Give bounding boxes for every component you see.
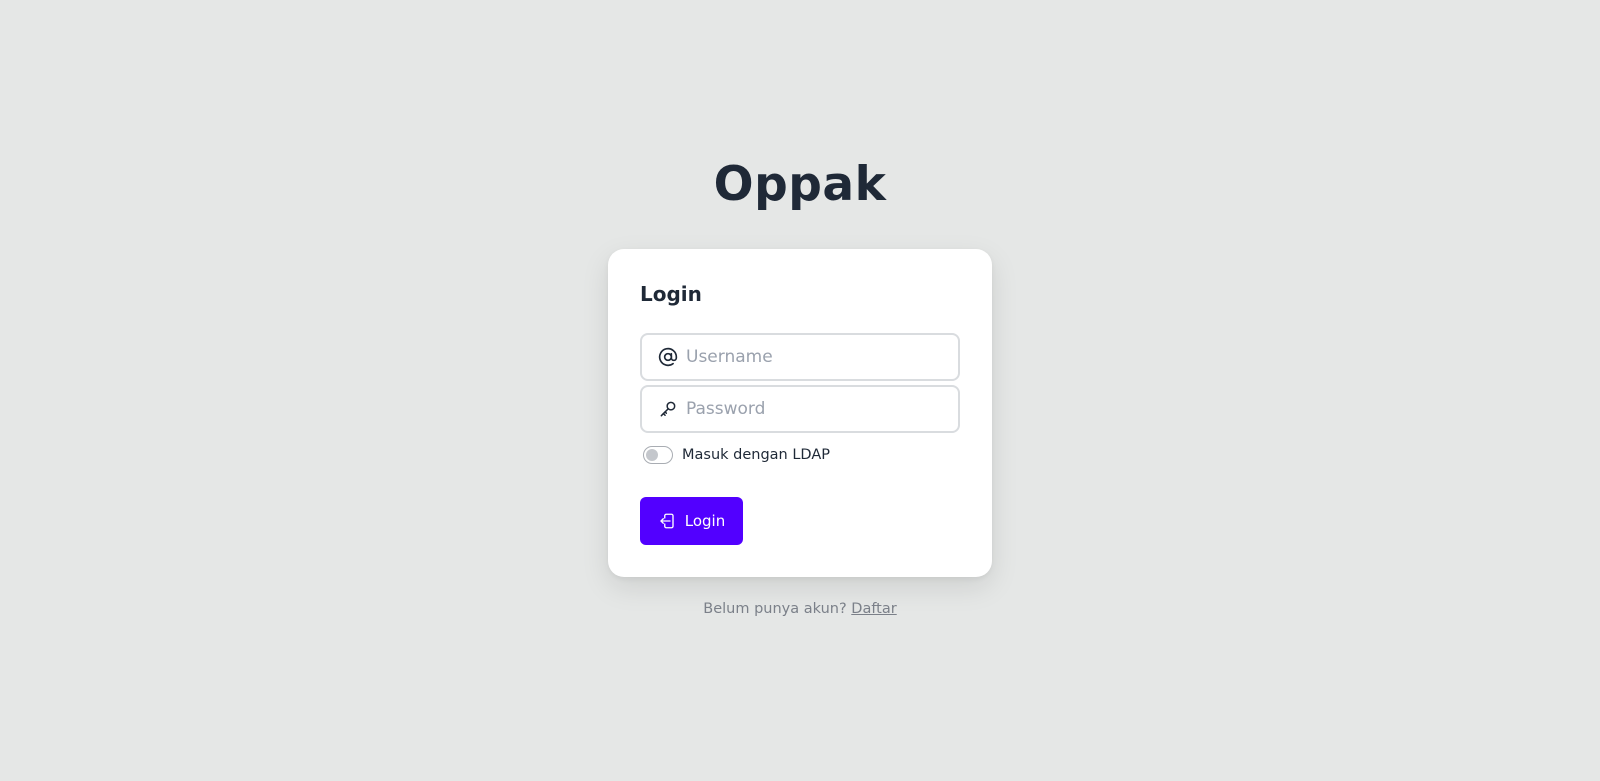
key-icon xyxy=(658,399,678,419)
ldap-toggle-label: Masuk dengan LDAP xyxy=(682,447,831,463)
register-link[interactable]: Daftar xyxy=(851,601,896,617)
username-field[interactable] xyxy=(640,333,960,381)
username-input[interactable] xyxy=(686,347,936,367)
toggle-knob xyxy=(646,448,658,461)
login-icon xyxy=(658,512,676,530)
register-prompt-text: Belum punya akun? xyxy=(703,601,847,617)
login-button-label: Login xyxy=(684,512,726,530)
password-input[interactable] xyxy=(686,399,936,419)
ldap-toggle-row[interactable]: Masuk dengan LDAP xyxy=(643,444,830,466)
register-prompt: Belum punya akun? Daftar xyxy=(0,601,1600,617)
login-card: Login Masuk dengan LDAP xyxy=(608,249,992,577)
login-button[interactable]: Login xyxy=(640,497,743,545)
login-heading: Login xyxy=(640,282,702,306)
at-sign-icon xyxy=(658,347,678,367)
app-title: Oppak xyxy=(713,157,887,212)
password-field[interactable] xyxy=(640,385,960,433)
ldap-toggle[interactable] xyxy=(643,446,673,464)
